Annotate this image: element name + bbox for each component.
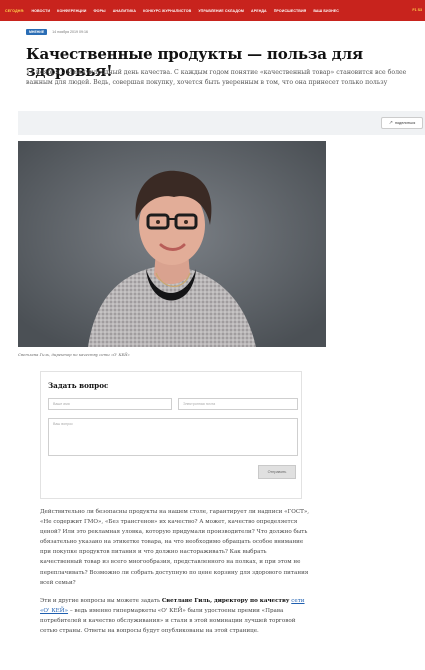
nav-item-incidents[interactable]: Происшествия	[274, 9, 307, 13]
share-bar: ↗ поделиться	[18, 111, 425, 135]
nav-item-analytics[interactable]: Аналитика	[113, 9, 136, 13]
nav-item-warehouse[interactable]: Управление складом	[198, 9, 244, 13]
article-photo	[18, 141, 326, 347]
share-button[interactable]: ↗ поделиться	[381, 117, 423, 129]
body-paragraph-2: Эти и другие вопросы вы можете задать Св…	[40, 596, 310, 636]
nav-item-journalist-contest[interactable]: Конкурс журналистов	[143, 9, 191, 13]
nav-item-your-business[interactable]: Ваш бизнес	[313, 9, 339, 13]
nav-item-rent[interactable]: Аренда	[251, 9, 267, 13]
expert-name: Светлане Гиль, директору по качеству	[161, 598, 290, 604]
photo-caption: Светлана Гиль, директор по качеству сети…	[18, 352, 130, 357]
form-title: Задать вопрос	[48, 381, 109, 390]
nav-item-forums[interactable]: Форы	[94, 9, 106, 13]
portrait-image	[18, 141, 326, 347]
nav-item-conferences[interactable]: Конференции	[57, 9, 86, 13]
rubric-badge[interactable]: Мнение	[26, 29, 48, 35]
nav-extra[interactable]: F1 S3	[412, 8, 422, 12]
article: Мнение 14 ноября 2019 09:16 Качественные…	[0, 21, 425, 670]
submit-button[interactable]: Отправить	[258, 465, 296, 479]
share-label: поделиться	[394, 121, 416, 125]
article-date: 14 ноября 2019 09:16	[52, 30, 89, 34]
article-lead: 14 ноября – Международный день качества.…	[26, 69, 407, 87]
nav-item-news[interactable]: Новости	[31, 9, 50, 13]
share-icon: ↗	[388, 120, 393, 126]
paragraph-text: Эти и другие вопросы вы можете задать	[40, 598, 162, 604]
top-nav: Сегодня: Новости Конференции Форы Аналит…	[0, 0, 425, 21]
article-meta: Мнение 14 ноября 2019 09:16	[26, 29, 88, 35]
ask-question-form: Задать вопрос Ваше имя Электронная почта…	[40, 371, 302, 499]
email-field[interactable]: Электронная почта	[178, 398, 298, 410]
paragraph-text-end: – ведь именно гипермаркеты «О' КЕЙ» были…	[40, 608, 296, 635]
nav-item-today[interactable]: Сегодня:	[5, 9, 24, 13]
name-field[interactable]: Ваше имя	[48, 398, 172, 410]
body-paragraph: Действительно ли безопасны продукты на н…	[40, 509, 310, 586]
question-textarea[interactable]: Ваш вопрос	[48, 418, 298, 456]
